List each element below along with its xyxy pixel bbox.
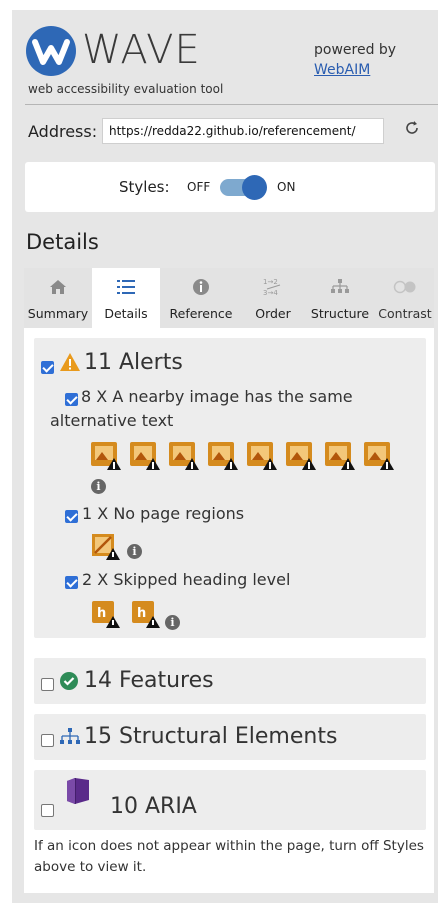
aria-title: 10 ARIA [110,794,197,819]
toggle-knob [242,175,267,200]
tab-label: Order [255,306,291,321]
tab-structure[interactable]: Structure [304,268,376,328]
footer-note: If an icon does not appear within the pa… [34,838,424,875]
alerts-title: 11 Alerts [84,350,183,375]
structure-icon [59,727,81,751]
nearby-image-alert-icon[interactable] [247,442,277,470]
tab-details[interactable]: Details [92,268,160,328]
styles-label: Styles: [119,178,170,196]
wave-logo-text: WAVE [82,27,201,73]
nearby-image-alert-icon[interactable] [325,442,355,470]
skipped-heading-alert-icon[interactable]: h [131,600,161,634]
tab-label: Structure [310,306,370,321]
powered-by-text: powered by [314,42,397,58]
contrast-icon [376,276,434,298]
svg-text:h: h [97,606,106,621]
tab-reference[interactable]: Reference [160,268,242,328]
details-panel: 11 Alerts 8 X A nearby image has the sam… [24,328,434,893]
tab-label: Details [104,306,148,321]
structural-title: 15 Structural Elements [84,724,338,749]
nearby-image-alert-icon[interactable] [91,442,121,470]
tagline: web accessibility evaluation tool [28,82,224,96]
alert-item-text: 1 X No page regions [82,504,245,523]
tab-order[interactable]: 1→2 3→4 Order [242,268,304,328]
alerts-section: 11 Alerts 8 X A nearby image has the sam… [34,338,426,638]
aria-cube-icon [62,776,92,810]
nearby-image-alert-icon[interactable] [364,442,394,470]
address-label: Address: [28,122,98,141]
nearby-image-alert-icon[interactable] [208,442,238,470]
alert-icons-row [91,442,394,470]
skipped-heading-alert-icon[interactable]: h [91,600,121,634]
features-section: 14 Features [34,658,426,704]
tab-contrast[interactable]: Contrast [376,268,434,328]
alert-item-text: 2 X Skipped heading level [82,570,291,589]
features-checkbox[interactable] [41,678,54,691]
alert-item-checkbox[interactable] [65,576,78,589]
svg-text:3→4: 3→4 [263,289,278,297]
list-icon [92,276,160,298]
tab-summary[interactable]: Summary [24,268,92,328]
svg-text:h: h [137,606,146,621]
svg-text:1→2: 1→2 [263,278,278,286]
no-page-regions-alert-icon[interactable] [91,532,121,566]
address-input[interactable]: https://redda22.github.io/referencement/ [102,118,384,144]
feature-check-icon [59,671,79,695]
styles-toggle-box: Styles: OFF ON [25,162,435,212]
info-icon [160,276,242,298]
reload-icon[interactable] [404,120,420,140]
info-icon[interactable]: i [91,479,106,494]
nearby-image-alert-icon[interactable] [286,442,316,470]
styles-on-label: ON [277,180,296,194]
header-divider [25,104,438,105]
features-title: 14 Features [84,668,214,693]
nearby-image-alert-icon[interactable] [169,442,199,470]
tab-label: Reference [169,306,233,321]
tab-label: Contrast [378,306,432,321]
tab-bar: Summary Details Reference 1→2 3→4 Order … [24,268,434,328]
styles-toggle-switch[interactable] [220,175,267,200]
structure-icon [304,276,376,298]
alert-item-text: 8 X A nearby image has the same alternat… [50,387,353,430]
styles-off-label: OFF [187,180,211,194]
structural-checkbox[interactable] [41,734,54,747]
page-title: Details [26,230,99,254]
skipped-heading-icons-row: h h i [91,600,180,634]
wave-logo-icon [26,26,76,76]
wave-sidebar: WAVE web accessibility evaluation tool p… [12,10,438,903]
alert-item-checkbox[interactable] [65,510,78,523]
order-icon: 1→2 3→4 [242,276,304,298]
info-icon[interactable]: i [165,614,180,630]
aria-section: 10 ARIA [34,770,426,830]
structural-section: 15 Structural Elements [34,714,426,760]
tab-label: Summary [27,306,89,321]
home-icon [24,276,92,298]
info-icon[interactable]: i [127,544,142,559]
alerts-checkbox[interactable] [41,361,54,374]
alert-triangle-icon [59,352,81,376]
nearby-image-alert-icon[interactable] [130,442,160,470]
aria-checkbox[interactable] [41,804,54,817]
webaim-link[interactable]: WebAIM [314,62,370,78]
